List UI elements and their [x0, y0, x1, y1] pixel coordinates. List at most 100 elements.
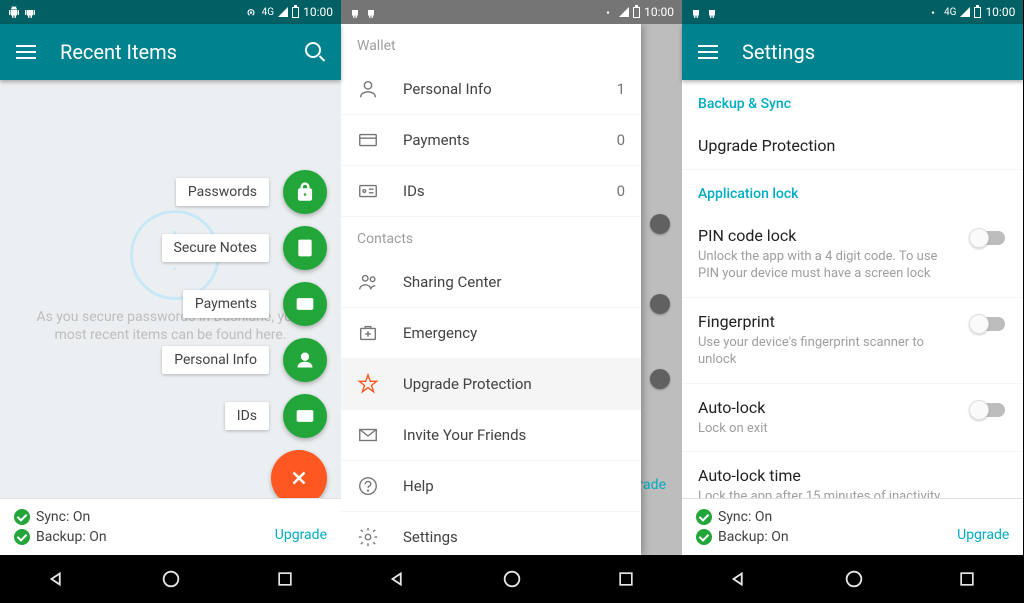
drawer-item-help[interactable]: Help — [341, 461, 641, 512]
home-button[interactable] — [501, 568, 523, 590]
fab-label: Payments — [183, 290, 269, 318]
person-icon — [283, 338, 327, 382]
network-label: 4G — [944, 7, 956, 18]
toggle-switch[interactable] — [969, 228, 1007, 248]
screen-recent-items: 4G 10:00 Recent Items As you secure pass… — [0, 0, 341, 603]
fab-ids[interactable]: IDs — [225, 394, 327, 438]
signal-icon — [960, 7, 970, 17]
settings-list: Backup & Sync Upgrade Protection Applica… — [682, 80, 1023, 498]
page-title: Recent Items — [60, 40, 281, 64]
toggle-switch[interactable] — [969, 400, 1007, 420]
clock: 10:00 — [985, 5, 1015, 19]
upgrade-link[interactable]: Upgrade — [275, 527, 327, 543]
nav-bar — [341, 555, 682, 603]
card-icon — [283, 282, 327, 326]
clock: 10:00 — [644, 5, 674, 19]
gear-icon — [357, 526, 379, 548]
back-button[interactable] — [728, 568, 750, 590]
status-bar: 10:00 — [341, 0, 682, 24]
screen-settings: 4G 10:00 Settings Backup & Sync Upgrade … — [682, 0, 1023, 603]
backup-status: Backup: On — [14, 529, 107, 545]
recents-button[interactable] — [957, 569, 977, 589]
star-icon — [357, 373, 379, 395]
android-icon — [8, 6, 20, 18]
lock-icon — [283, 170, 327, 214]
screen-drawer: 10:00 pgrade Wallet Personal Info 1 Paym… — [341, 0, 682, 603]
drawer-item-payments[interactable]: Payments 0 — [341, 115, 641, 166]
fab-label: Secure Notes — [162, 234, 270, 262]
drawer-item-personal-info[interactable]: Personal Info 1 — [341, 64, 641, 115]
drawer-section-contacts: Contacts — [341, 217, 641, 257]
android-icon — [690, 6, 702, 18]
content-area: Backup & Sync Upgrade Protection Applica… — [682, 80, 1023, 498]
android-icon — [365, 6, 377, 18]
drawer-item-sharing[interactable]: Sharing Center — [341, 257, 641, 308]
android-icon — [706, 6, 718, 18]
hotspot-icon — [926, 5, 940, 19]
section-header-backup: Backup & Sync — [682, 80, 1023, 122]
android-icon — [349, 6, 361, 18]
upgrade-link[interactable]: Upgrade — [957, 527, 1009, 543]
content-area: pgrade Wallet Personal Info 1 Payments 0… — [341, 24, 682, 555]
setting-fingerprint[interactable]: Fingerprint Use your device's fingerprin… — [682, 298, 1023, 384]
backup-status: Backup: On — [696, 529, 789, 545]
signal-icon — [278, 7, 288, 17]
emergency-icon — [357, 322, 379, 344]
close-icon — [271, 450, 327, 498]
drawer-item-invite[interactable]: Invite Your Friends — [341, 410, 641, 461]
fab-payments[interactable]: Payments — [183, 282, 327, 326]
fab-passwords[interactable]: Passwords — [176, 170, 327, 214]
sync-status-bar: Sync: On Backup: On Upgrade — [682, 498, 1023, 555]
drawer-item-upgrade[interactable]: Upgrade Protection — [341, 359, 641, 410]
section-header-applock: Application lock — [682, 170, 1023, 212]
fab-personal-info[interactable]: Personal Info — [162, 338, 327, 382]
check-icon — [14, 529, 30, 545]
drawer-item-settings[interactable]: Settings — [341, 512, 641, 555]
sync-status-bar: Sync: On Backup: On Upgrade — [0, 498, 341, 555]
drawer-item-emergency[interactable]: Emergency — [341, 308, 641, 359]
person-icon — [357, 78, 379, 100]
fab-secure-notes[interactable]: Secure Notes — [162, 226, 328, 270]
fab-label: Passwords — [176, 178, 269, 206]
nav-drawer: Wallet Personal Info 1 Payments 0 IDs 0 … — [341, 24, 641, 555]
note-icon — [283, 226, 327, 270]
help-icon — [357, 475, 379, 497]
mail-icon — [357, 424, 379, 446]
recents-button[interactable] — [616, 569, 636, 589]
sync-status: Sync: On — [14, 509, 107, 525]
home-button[interactable] — [160, 568, 182, 590]
setting-auto-lock-time[interactable]: Auto-lock time Lock the app after 15 min… — [682, 452, 1023, 498]
menu-icon[interactable] — [16, 45, 36, 59]
fab-menu: Passwords Secure Notes Payments Personal… — [162, 170, 328, 498]
setting-auto-lock[interactable]: Auto-lock Lock on exit — [682, 384, 1023, 453]
hotspot-icon — [601, 5, 615, 19]
recents-button[interactable] — [275, 569, 295, 589]
status-bar: 4G 10:00 — [0, 0, 341, 24]
card-icon — [357, 129, 379, 151]
setting-pin-lock[interactable]: PIN code lock Unlock the app with a 4 di… — [682, 212, 1023, 298]
network-label: 4G — [262, 7, 274, 18]
people-icon — [357, 271, 379, 293]
back-button[interactable] — [46, 568, 68, 590]
signal-icon — [619, 7, 629, 17]
app-bar: Recent Items — [0, 24, 341, 80]
drawer-section-wallet: Wallet — [341, 24, 641, 64]
battery-icon — [292, 7, 299, 18]
fab-label: Personal Info — [162, 346, 269, 374]
menu-icon[interactable] — [698, 45, 718, 59]
id-icon — [283, 394, 327, 438]
setting-upgrade-protection[interactable]: Upgrade Protection — [682, 122, 1023, 170]
app-bar: Settings — [682, 24, 1023, 80]
fab-close[interactable] — [271, 450, 327, 498]
drawer-item-ids[interactable]: IDs 0 — [341, 166, 641, 217]
status-bar: 4G 10:00 — [682, 0, 1023, 24]
back-button[interactable] — [387, 568, 409, 590]
nav-bar — [0, 555, 341, 603]
android-icon — [24, 6, 36, 18]
search-icon[interactable] — [305, 42, 325, 62]
toggle-switch[interactable] — [969, 314, 1007, 334]
page-title: Settings — [742, 40, 1007, 64]
home-button[interactable] — [843, 568, 865, 590]
id-icon — [357, 180, 379, 202]
hotspot-icon — [244, 5, 258, 19]
